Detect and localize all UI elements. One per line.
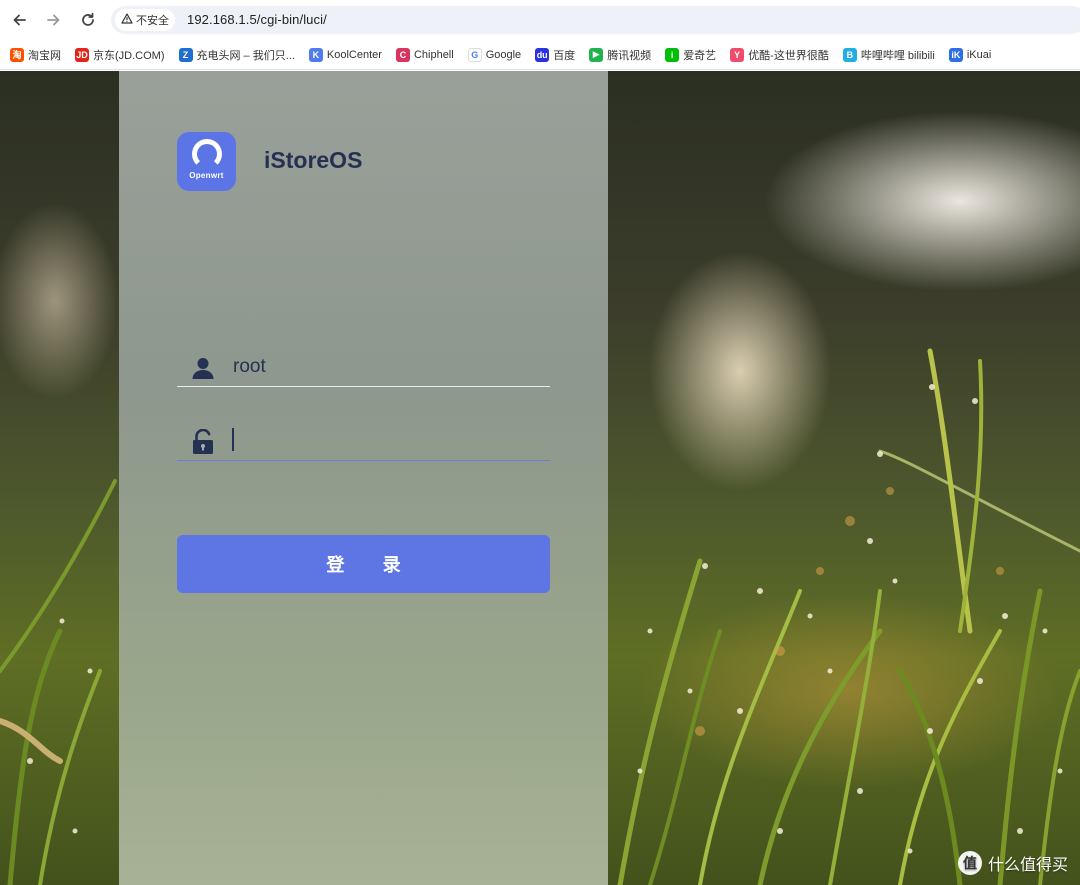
bilibili-icon: B [842, 47, 857, 62]
reload-icon[interactable] [76, 8, 100, 32]
bookmark-label: 爱奇艺 [683, 49, 717, 62]
unlock-icon [190, 428, 216, 455]
password-field[interactable] [177, 421, 550, 461]
address-bar[interactable]: 不安全 192.168.1.5/cgi-bin/luci/ [111, 6, 1080, 34]
bookmark-label: 淘宝网 [28, 49, 61, 62]
username-field[interactable] [177, 347, 550, 387]
bookmark-item[interactable]: i 爱奇艺 [665, 47, 716, 63]
security-label: 不安全 [136, 15, 169, 27]
browser-toolbar: 不安全 192.168.1.5/cgi-bin/luci/ [0, 0, 1080, 40]
bookmark-label: 京东(JD.COM) [93, 49, 165, 62]
bookmark-label: 哔哩哔哩 bilibili [860, 49, 935, 62]
bookmark-label: KoolCenter [326, 48, 382, 61]
bookmark-item[interactable]: B 哔哩哔哩 bilibili [842, 47, 935, 63]
back-arrow-icon[interactable] [8, 8, 32, 32]
user-icon [190, 355, 216, 381]
iqiyi-icon: i [665, 47, 680, 62]
bookmark-label: 腾讯视频 [607, 49, 652, 62]
jd-icon: JD [75, 47, 89, 62]
login-button[interactable]: 登 录 [177, 535, 550, 593]
google-icon: G [467, 47, 482, 62]
bookmark-item[interactable]: K KoolCenter [308, 47, 382, 62]
login-card: Openwrt iStoreOS 登 录 [119, 71, 608, 885]
bookmark-item[interactable]: JD 京东(JD.COM) [75, 47, 165, 63]
bookmark-item[interactable]: Z 充电头网 – 我们只... [178, 47, 295, 63]
login-page-background: Openwrt iStoreOS 登 录 值 什么值得买 [0, 71, 1080, 885]
chiphell-icon: C [395, 47, 410, 62]
bookmark-item[interactable]: G Google [467, 47, 522, 62]
taobao-icon: 淘 [10, 47, 24, 62]
username-input[interactable] [233, 353, 533, 381]
youku-icon: Y [730, 47, 745, 62]
chongdiantou-icon: Z [178, 47, 193, 62]
brand-title: iStoreOS [264, 147, 363, 173]
bookmark-item[interactable]: ▶ 腾讯视频 [589, 47, 651, 63]
watermark-badge-icon: 值 [957, 851, 982, 875]
bookmark-label: iKuai [966, 48, 992, 61]
koolcenter-icon: K [308, 47, 323, 62]
bookmark-item[interactable]: du 百度 [535, 47, 575, 63]
bookmark-label: 百度 [553, 49, 576, 62]
bookmark-label: 优酷-这世界很酷 [748, 49, 829, 62]
security-chip[interactable]: 不安全 [115, 9, 175, 31]
logo-ring-icon [191, 139, 222, 169]
openwrt-logo: Openwrt [177, 132, 236, 191]
bookmarks-bar: 淘淘宝网 JD 京东(JD.COM) Z 充电头网 – 我们只... K KoolCente… [0, 40, 1080, 70]
bookmark-label: Chiphell [413, 48, 454, 61]
bookmark-item[interactable]: 淘淘宝网 [10, 47, 61, 63]
warning-triangle-icon [121, 13, 133, 27]
watermark: 值 什么值得买 [957, 851, 1068, 875]
ikuai-icon: iK [948, 47, 963, 62]
forward-arrow-icon[interactable] [41, 8, 65, 32]
password-input[interactable] [233, 427, 533, 455]
baidu-icon: du [535, 47, 550, 62]
url-text[interactable]: 192.168.1.5/cgi-bin/luci/ [187, 12, 327, 27]
bookmark-label: Google [485, 48, 522, 61]
watermark-text: 什么值得买 [987, 855, 1068, 874]
bookmark-item[interactable]: C Chiphell [395, 47, 454, 62]
bookmark-item[interactable]: iK iKuai [948, 47, 992, 62]
bookmark-item[interactable]: Y 优酷-这世界很酷 [730, 47, 829, 63]
bookmark-label: 充电头网 – 我们只... [196, 49, 295, 62]
tencent-video-icon: ▶ [589, 47, 604, 62]
logo-caption: Openwrt [189, 171, 224, 180]
